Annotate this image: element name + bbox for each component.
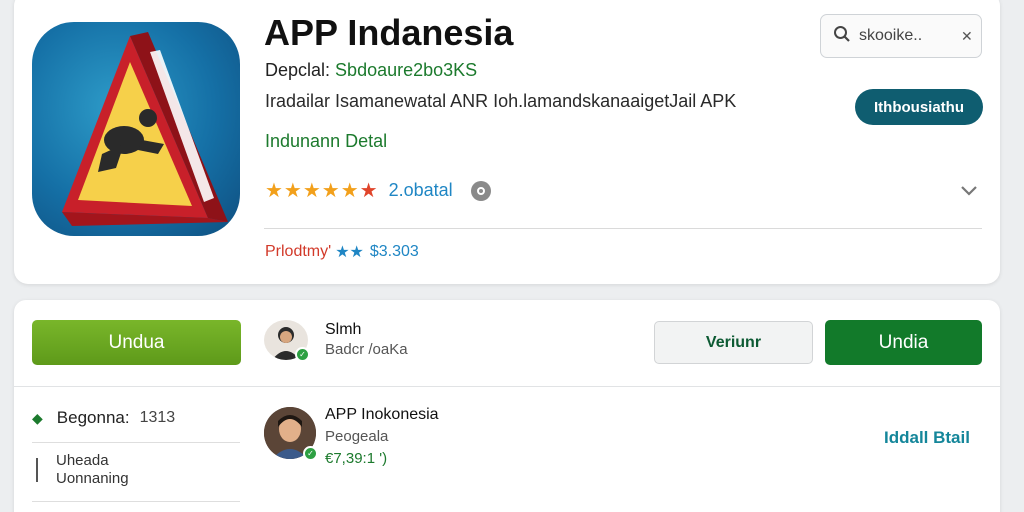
rating-row: ★★★★★★ 2.obatal <box>265 178 491 203</box>
review-app-title[interactable]: APP Inokonesia <box>325 406 439 424</box>
divider <box>32 501 240 502</box>
sidebar-item-label: Begonna: <box>56 408 130 427</box>
category-link[interactable]: Indunann Detal <box>265 131 387 152</box>
close-icon[interactable]: ✕ <box>961 28 973 45</box>
sidebar-item-line1: Uheada <box>56 452 109 469</box>
rating-star-red: ★ <box>359 180 379 202</box>
sidebar-item-updates[interactable]: Uheada Uonnaning <box>36 452 129 488</box>
author-subtitle: Badcr /oaKa <box>325 341 408 358</box>
avatar-top[interactable]: ✓ <box>264 320 310 362</box>
app-title: APP Indanesia <box>264 12 514 53</box>
download-button-left[interactable]: Undua <box>32 320 241 365</box>
divider <box>32 442 240 443</box>
app-description: Iradailar Isamanewatal ANR Ioh.lamandska… <box>265 91 737 111</box>
search-query-text: skooike.. <box>859 27 923 44</box>
price-value: $3.303 <box>369 243 419 260</box>
rating-stars-gold: ★★★★★ <box>265 180 360 202</box>
verified-check-icon: ✓ <box>303 446 318 461</box>
sidebar-item-downloads[interactable]: ◆ Begonna: 1313 <box>32 408 175 428</box>
developer-label: Depclal: <box>265 60 331 80</box>
detail-link[interactable]: Iddall Btail <box>884 428 970 448</box>
review-price: €7,39:1 ') <box>325 450 388 467</box>
app-logo-icon <box>32 22 240 236</box>
sidebar-item-line2: Uonnaning <box>56 470 129 487</box>
developer-link[interactable]: Sbdoaure2bo3KS <box>335 60 477 80</box>
price-label: Prlodtmy' <box>265 243 332 260</box>
divider <box>14 386 1000 387</box>
rating-stars: ★★★★★★ <box>265 178 379 203</box>
price-stars: ★★ <box>335 244 364 261</box>
info-icon[interactable] <box>470 180 491 201</box>
price-row: Prlodtmy' ★★ $3.303 <box>265 242 419 262</box>
avatar-review[interactable]: ✓ <box>264 407 318 461</box>
diamond-icon: ◆ <box>32 409 43 426</box>
chevron-down-icon[interactable] <box>958 180 980 202</box>
rating-value-link[interactable]: 2.obatal <box>389 180 453 201</box>
primary-action-button[interactable]: Ithbousiathu <box>855 89 983 125</box>
version-button[interactable]: Veriunr <box>654 321 813 364</box>
review-subtitle: Peogeala <box>325 428 389 445</box>
search-icon <box>833 25 851 48</box>
divider <box>264 228 982 229</box>
search-input[interactable]: skooike.. ✕ <box>820 14 982 58</box>
author-name[interactable]: Slmh <box>325 321 361 339</box>
developer-line: Depclal: Sbdoaure2bo3KS <box>265 60 477 81</box>
verified-check-icon: ✓ <box>295 347 310 362</box>
download-button-right[interactable]: Undia <box>825 320 982 365</box>
sidebar-item-count: 1313 <box>139 409 176 426</box>
